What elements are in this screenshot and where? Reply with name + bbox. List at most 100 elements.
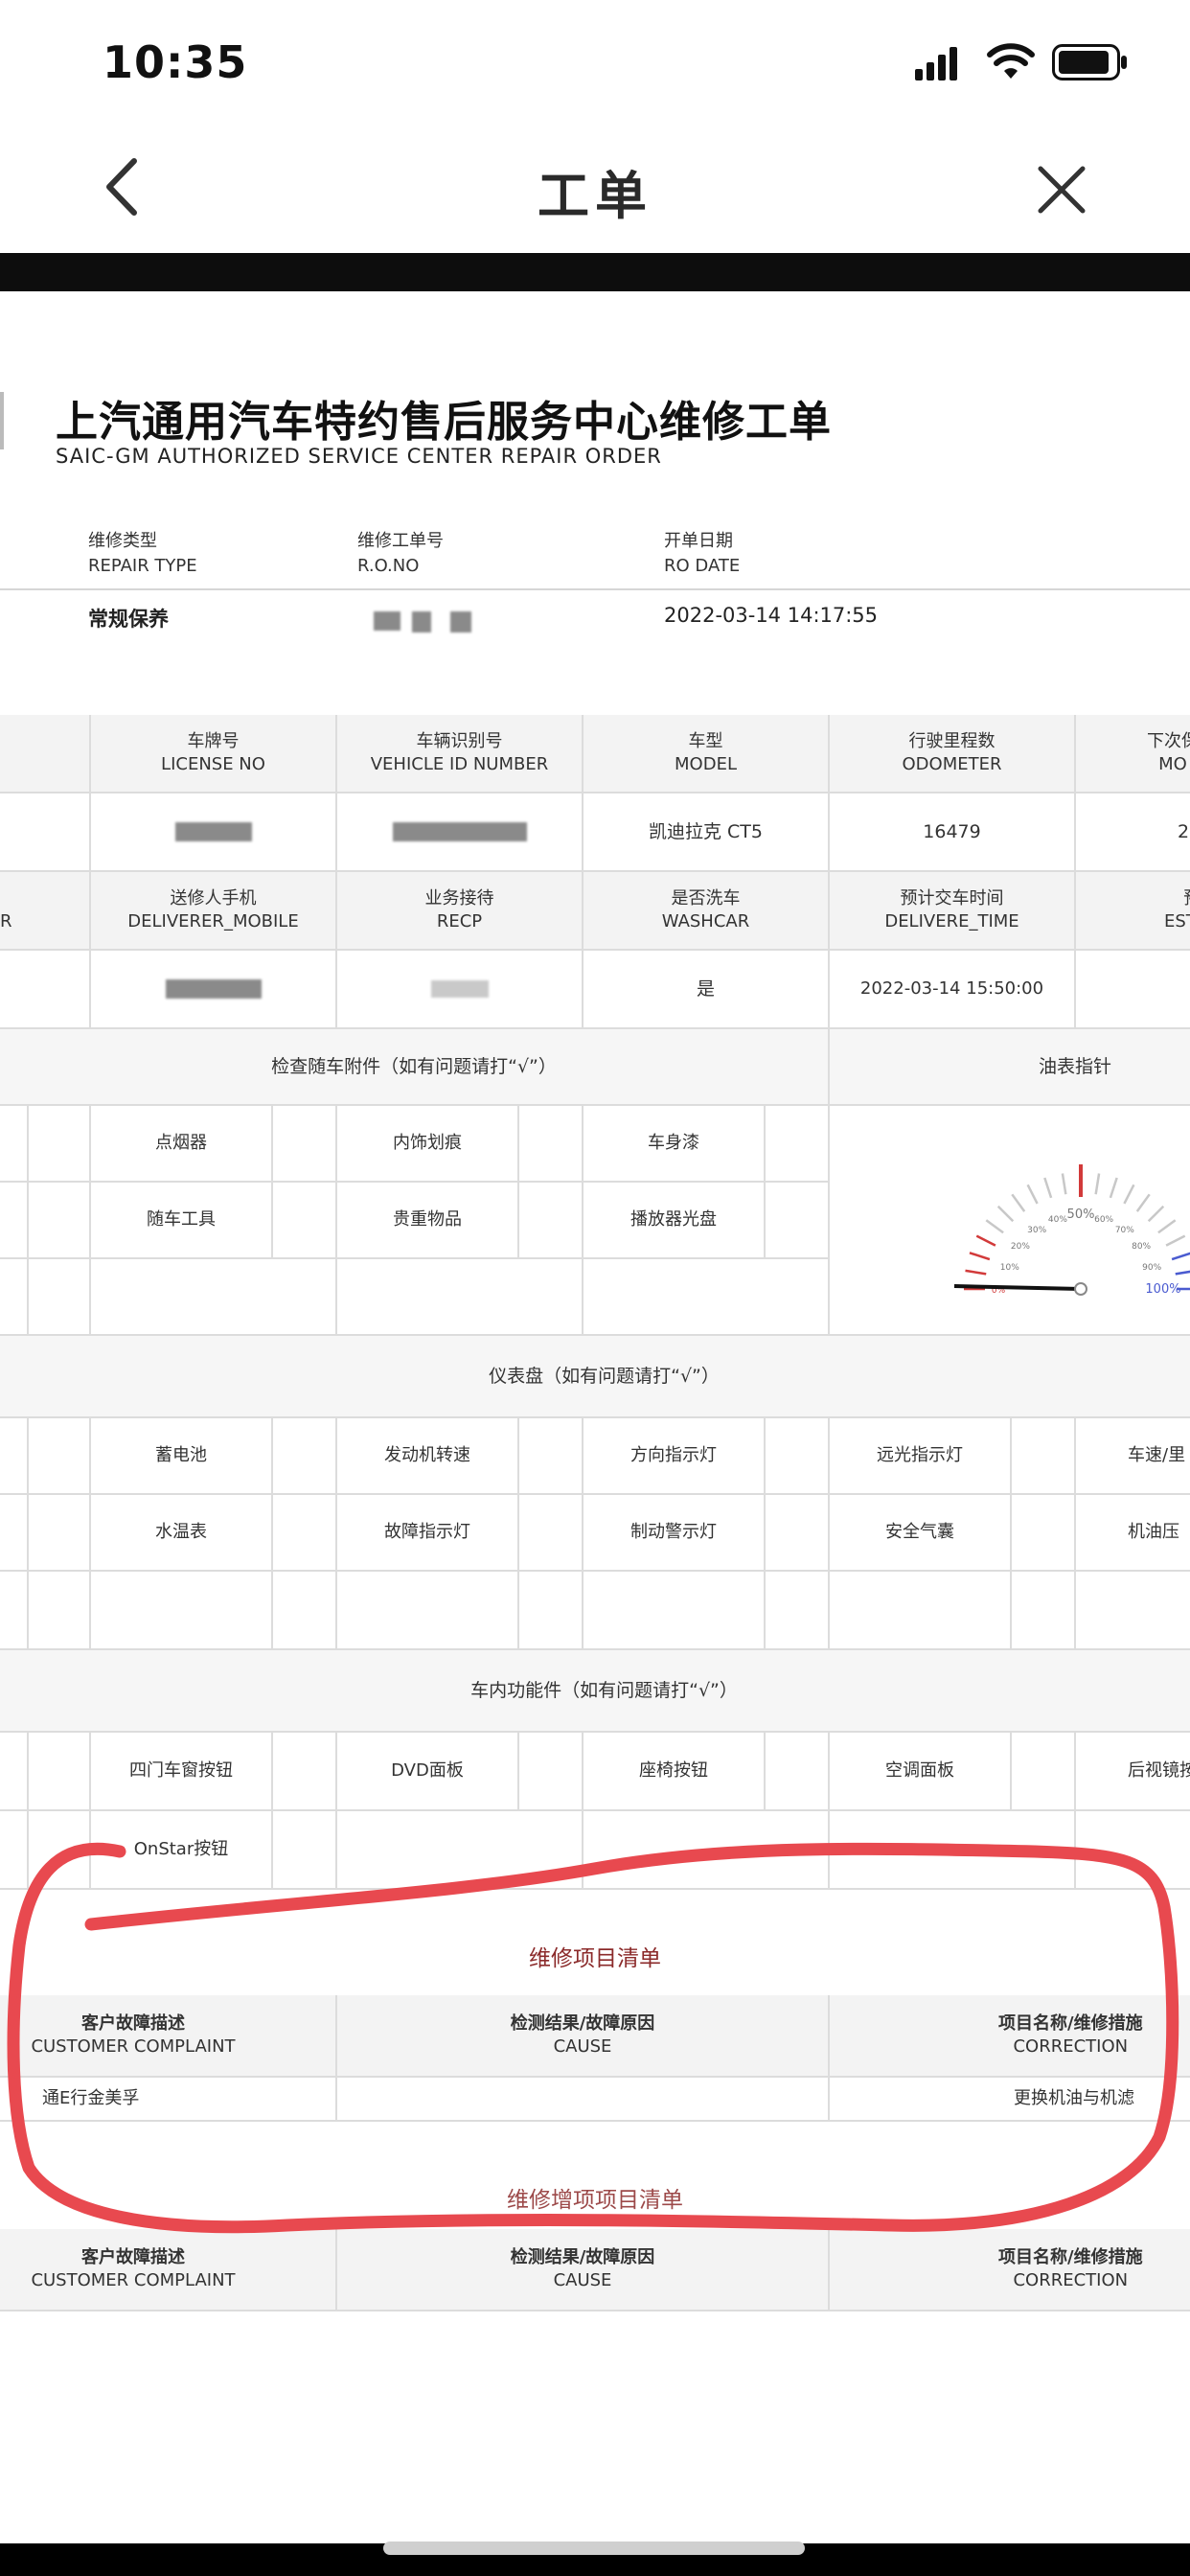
- interior-item: OnStar按钮: [91, 1811, 273, 1890]
- recp-value: [337, 951, 584, 1029]
- battery-icon: [1052, 44, 1127, 80]
- table-cell: [0, 1811, 29, 1890]
- table-cell: [0, 794, 91, 872]
- accessory-item: 贵重物品: [337, 1183, 519, 1259]
- dashboard-item: 蓄电池: [91, 1418, 273, 1495]
- additional-items-title: 维修增项项目清单: [507, 2188, 683, 2213]
- table-cell: [584, 1259, 830, 1336]
- vin-header: 车辆识别号 VEHICLE ID NUMBER: [337, 715, 584, 794]
- gauge-tick: [985, 1219, 1004, 1234]
- accessories-section-title: 检查随车附件（如有问题请打“√”）: [0, 1029, 830, 1106]
- table-cell: [337, 1811, 584, 1890]
- checkbox-cell[interactable]: [29, 1495, 91, 1572]
- table-cell: [0, 1183, 29, 1259]
- correction-header: 项目名称/维修措施 CORRECTION: [830, 1995, 1190, 2078]
- delivery-time-header: 预计交车时间 DELIVERE_TIME: [830, 872, 1076, 951]
- table-cell: [584, 1811, 830, 1890]
- redacted-ro-no: [450, 611, 471, 632]
- table-cell: [0, 1572, 29, 1650]
- gauge-tick: [975, 1234, 996, 1247]
- accessory-item: 车身漆: [584, 1106, 766, 1183]
- next-service-value: 24: [1076, 794, 1190, 872]
- model-value: 凯迪拉克 CT5: [584, 794, 830, 872]
- next-service-header: 下次保MO: [1076, 715, 1190, 794]
- repair-items-title: 维修项目清单: [529, 1946, 661, 1971]
- home-indicator[interactable]: [383, 2542, 805, 2555]
- dashboard-item: 故障指示灯: [337, 1495, 519, 1572]
- edge-mark: [0, 392, 4, 449]
- table-cell: [337, 1572, 519, 1650]
- checkbox-cell[interactable]: [519, 1183, 584, 1259]
- checkbox-cell[interactable]: [766, 1418, 830, 1495]
- checkbox-cell[interactable]: [29, 1572, 91, 1650]
- document-subtitle: SAIC-GM AUTHORIZED SERVICE CENTER REPAIR…: [56, 445, 662, 468]
- mobile-header: 送修人手机 DELIVERER_MOBILE: [91, 872, 337, 951]
- checkbox-cell[interactable]: [273, 1418, 337, 1495]
- checkbox-cell[interactable]: [273, 1733, 337, 1811]
- gauge-tick: [1061, 1173, 1067, 1195]
- dashboard-section-title: 仪表盘（如有问题请打“√”）: [0, 1336, 1190, 1418]
- checkbox-cell[interactable]: [1012, 1495, 1076, 1572]
- gauge-label: 80%: [1132, 1242, 1151, 1252]
- table-cell: [91, 1259, 337, 1336]
- table-cell: [0, 1259, 29, 1336]
- checkbox-cell[interactable]: [519, 1418, 584, 1495]
- table-cell: [337, 1259, 584, 1336]
- checkbox-cell[interactable]: [1012, 1418, 1076, 1495]
- dashboard-item: 方向指示灯: [584, 1418, 766, 1495]
- gauge-tick: [1171, 1252, 1190, 1261]
- checkbox-cell[interactable]: [519, 1495, 584, 1572]
- table-cell: [830, 1811, 1076, 1890]
- table-cell: [1076, 1811, 1190, 1890]
- interior-section-title: 车内功能件（如有问题请打“√”）: [0, 1650, 1190, 1733]
- interior-item: 四门车窗按钮: [91, 1733, 273, 1811]
- checkbox-cell[interactable]: [519, 1106, 584, 1183]
- washcar-header: 是否洗车 WASHCAR: [584, 872, 830, 951]
- complaint-header: 客户故障描述 CUSTOMER COMPLAINT: [0, 1995, 337, 2078]
- dashboard-item: 远光指示灯: [830, 1418, 1012, 1495]
- accessory-item: 点烟器: [91, 1106, 273, 1183]
- gauge-label: 100%: [1145, 1282, 1180, 1297]
- checkbox-cell: [519, 1572, 584, 1650]
- repair-type-value: 常规保养: [88, 608, 169, 631]
- checkbox-cell[interactable]: [29, 1106, 91, 1183]
- checkbox-cell: [766, 1572, 830, 1650]
- gauge-label: 30%: [1027, 1226, 1046, 1235]
- checkbox-cell[interactable]: [766, 1183, 830, 1259]
- gauge-tick: [1157, 1219, 1177, 1234]
- checkbox-cell[interactable]: [766, 1106, 830, 1183]
- table-cell: [0, 1106, 29, 1183]
- interior-item: DVD面板: [337, 1733, 519, 1811]
- checkbox-cell[interactable]: [1012, 1733, 1076, 1811]
- table-cell: [0, 715, 91, 794]
- dashboard-item: 机油压: [1076, 1495, 1190, 1572]
- checkbox-cell[interactable]: [273, 1183, 337, 1259]
- checkbox-cell[interactable]: [29, 1418, 91, 1495]
- table-cell: R: [0, 872, 91, 951]
- checkbox-cell[interactable]: [519, 1733, 584, 1811]
- checkbox-cell[interactable]: [29, 1733, 91, 1811]
- table-cell: [0, 1495, 29, 1572]
- checkbox-cell[interactable]: [273, 1106, 337, 1183]
- interior-item: 后视镜按: [1076, 1733, 1190, 1811]
- checkbox-cell[interactable]: [766, 1495, 830, 1572]
- mobile-value: [91, 951, 337, 1029]
- dashboard-item: 发动机转速: [337, 1418, 519, 1495]
- add-complaint-header: 客户故障描述 CUSTOMER COMPLAINT: [0, 2229, 337, 2312]
- interior-item: 空调面板: [830, 1733, 1012, 1811]
- gauge-label: 70%: [1115, 1226, 1134, 1235]
- page-title: 工单: [538, 166, 652, 226]
- checkbox-cell[interactable]: [273, 1495, 337, 1572]
- gauge-tick: [1026, 1184, 1039, 1205]
- close-x-icon[interactable]: [1033, 161, 1090, 218]
- repair-order-document[interactable]: 上汽通用汽车特约售后服务中心维修工单 SAIC-GM AUTHORIZED SE…: [0, 291, 1190, 2543]
- gauge-tick: [1175, 1270, 1190, 1276]
- checkbox-cell[interactable]: [273, 1811, 337, 1890]
- delivery-time-value: 2022-03-14 15:50:00: [830, 951, 1076, 1029]
- checkbox-cell[interactable]: [29, 1811, 91, 1890]
- checkbox-cell[interactable]: [29, 1183, 91, 1259]
- gauge-tick: [996, 1205, 1015, 1223]
- fuel-gauge-cell: 40% 50% 60% 30% 70% 20% 80% 10% 90% 0% 100%: [830, 1106, 1190, 1336]
- fuel-gauge-graphic: 40% 50% 60%30% 70%20% 80%10% 90%0% 100%: [953, 1164, 1190, 1297]
- checkbox-cell[interactable]: [766, 1733, 830, 1811]
